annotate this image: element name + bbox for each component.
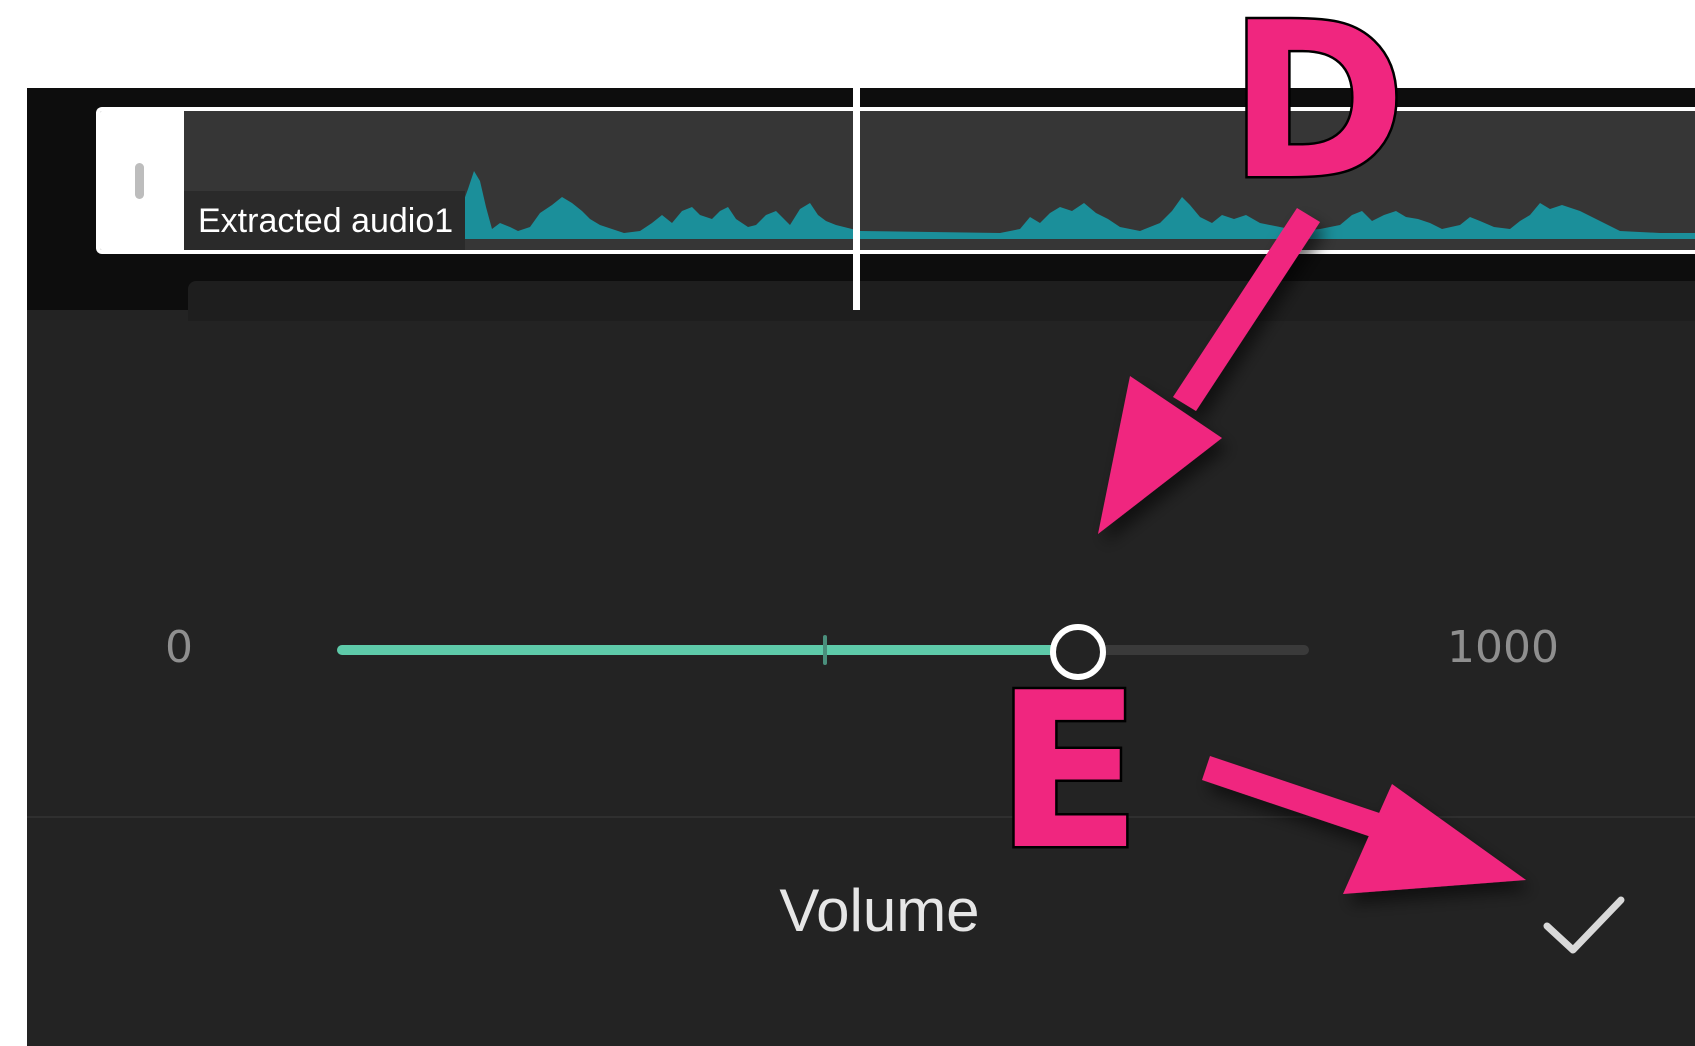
volume-editor-screen: Extracted audio1 0 1000 Volume: [27, 88, 1695, 1046]
grip-icon: [135, 163, 144, 199]
slider-default-tick: [823, 635, 827, 665]
playhead[interactable]: [853, 88, 860, 310]
volume-slider[interactable]: [337, 624, 1309, 680]
slider-max-label: 1000: [1447, 622, 1559, 673]
panel-title-text: Volume: [779, 877, 980, 944]
checkmark-icon: [1543, 896, 1625, 954]
slider-min-label: 0: [165, 622, 193, 673]
slider-fill: [337, 645, 1076, 655]
panel-title: Volume: [27, 876, 1695, 945]
volume-slider-area: 0 1000: [27, 310, 1695, 904]
audio-clip[interactable]: Extracted audio1: [96, 107, 1695, 254]
panel-footer: Volume: [27, 818, 1695, 1046]
clip-label: Extracted audio1: [184, 191, 466, 250]
confirm-button[interactable]: [1527, 878, 1637, 968]
slider-thumb[interactable]: [1049, 624, 1106, 680]
clip-trim-handle[interactable]: [100, 111, 184, 250]
timeline: Extracted audio1: [27, 88, 1695, 321]
